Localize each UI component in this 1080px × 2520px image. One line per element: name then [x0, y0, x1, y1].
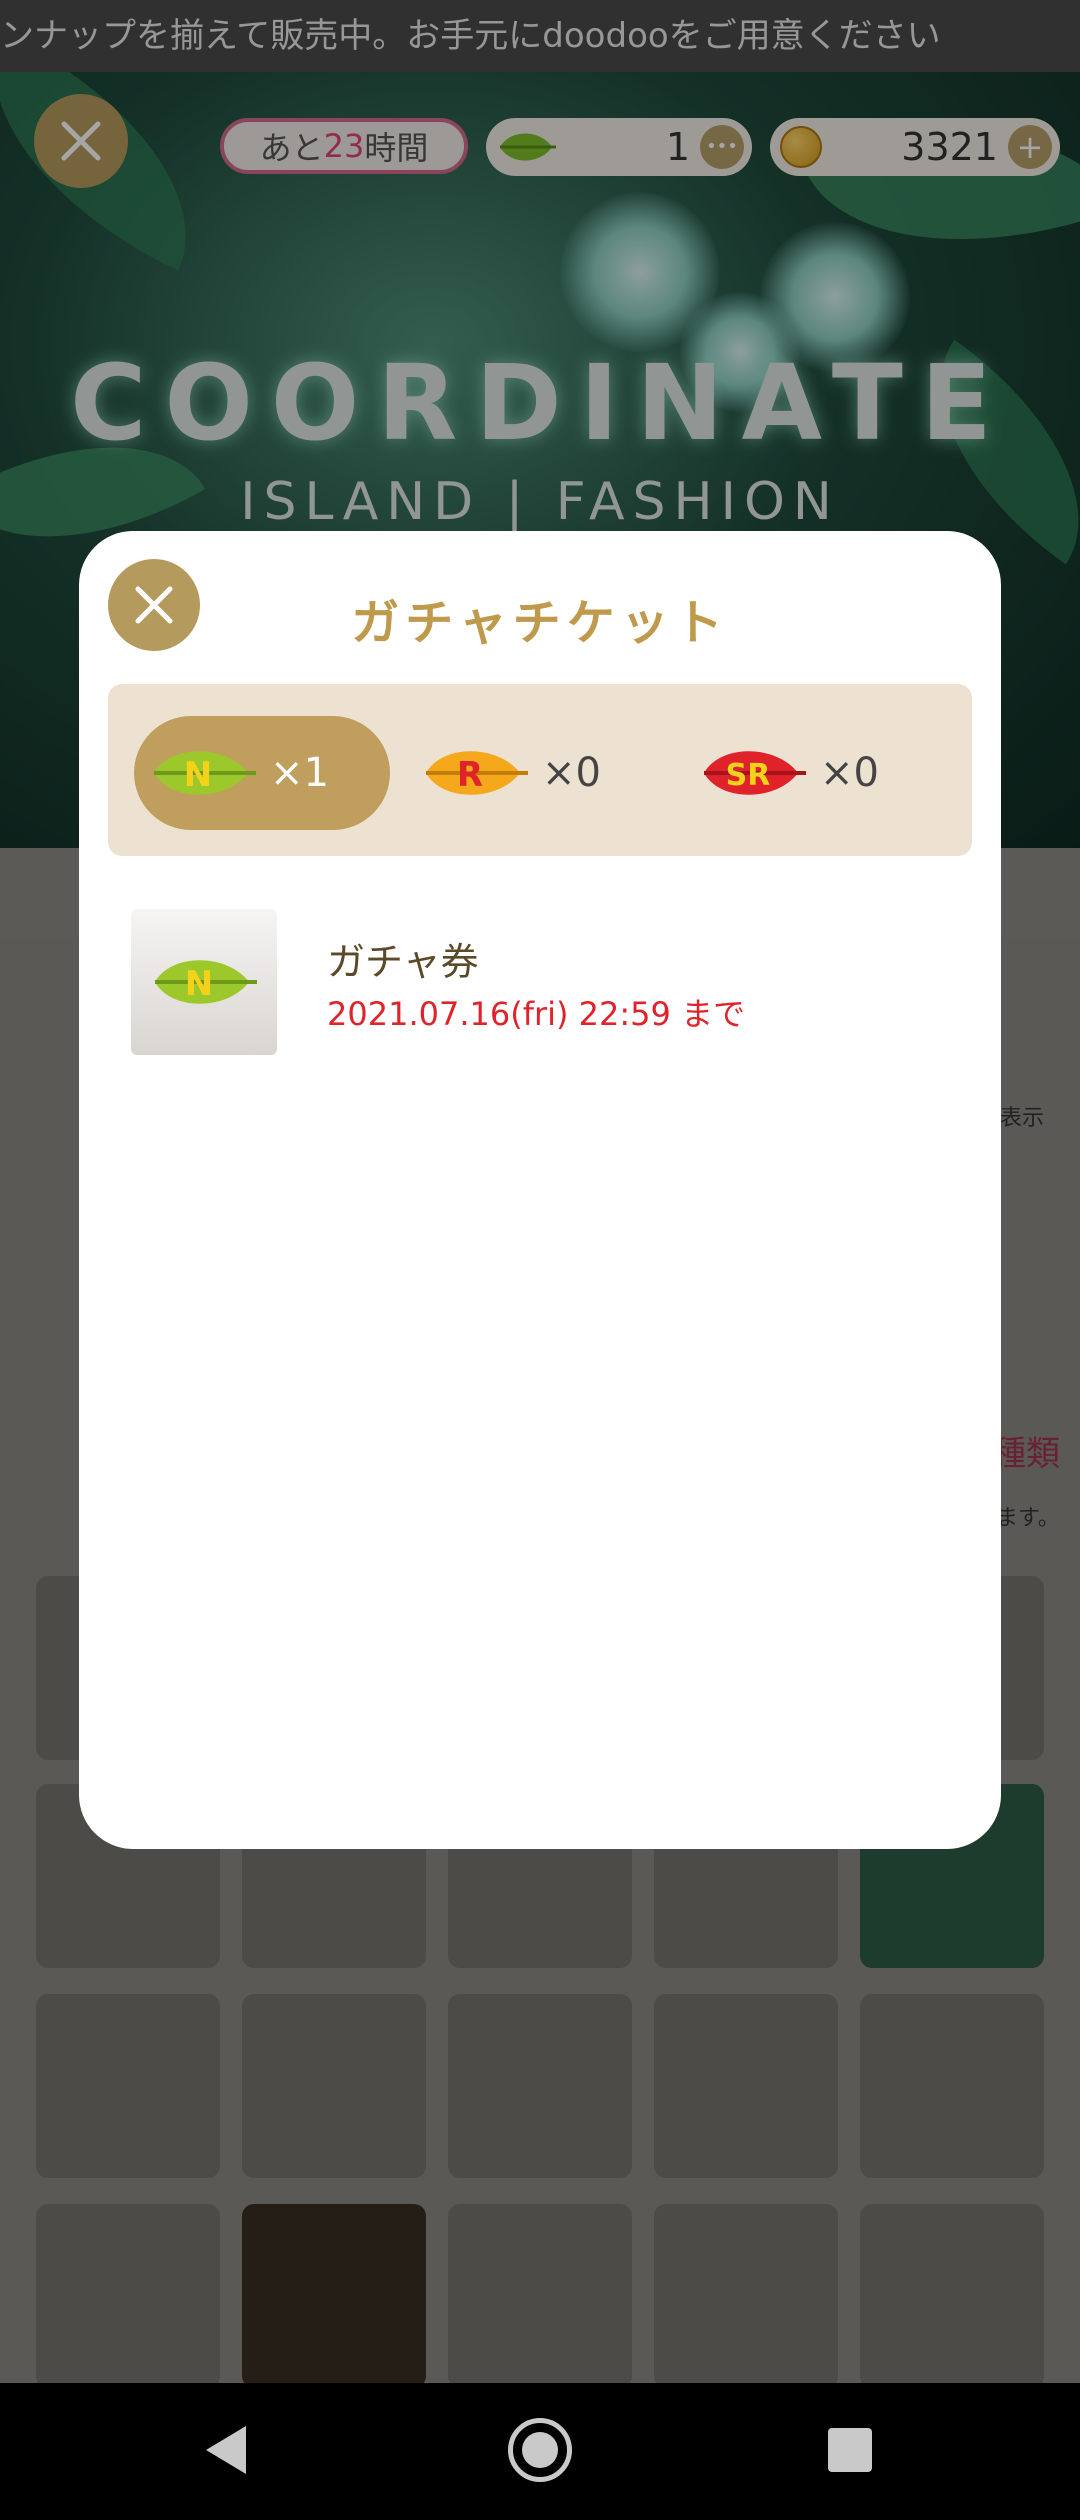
back-icon[interactable]: [206, 2426, 246, 2474]
ticket-sr-count: ×0: [820, 750, 879, 796]
svg-text:R: R: [457, 755, 483, 795]
home-icon[interactable]: [508, 2418, 572, 2482]
svg-text:N: N: [185, 964, 213, 1004]
leaf-sr-icon: SR: [704, 751, 806, 795]
ticket-thumbnail: N: [131, 909, 277, 1055]
ticket-tab-r[interactable]: R ×0: [420, 716, 620, 830]
ticket-list-item[interactable]: N ガチャ券 2021.07.16(fri) 22:59 まで: [131, 909, 951, 1057]
ticket-tab-n[interactable]: N ×1: [134, 716, 390, 830]
ticket-name: ガチャ券: [327, 940, 479, 984]
leaf-n-icon: N: [155, 960, 257, 1004]
leaf-r-icon: R: [426, 751, 528, 795]
ticket-tab-sr[interactable]: SR ×0: [698, 716, 898, 830]
recent-apps-icon[interactable]: [828, 2428, 872, 2472]
leaf-n-icon: N: [154, 751, 256, 795]
gacha-ticket-dialog: ガチャチケット N ×1 R ×0 SR ×0 N ガチャ券 2021.07.1…: [79, 531, 1001, 1849]
dialog-title: ガチャチケット: [351, 595, 729, 651]
svg-text:N: N: [184, 755, 212, 795]
ticket-r-count: ×0: [542, 750, 601, 796]
ticket-tabs: N ×1 R ×0 SR ×0: [108, 684, 972, 856]
ticket-expiry: 2021.07.16(fri) 22:59 まで: [327, 995, 746, 1033]
ticket-n-count: ×1: [270, 750, 329, 796]
svg-text:SR: SR: [726, 758, 771, 793]
